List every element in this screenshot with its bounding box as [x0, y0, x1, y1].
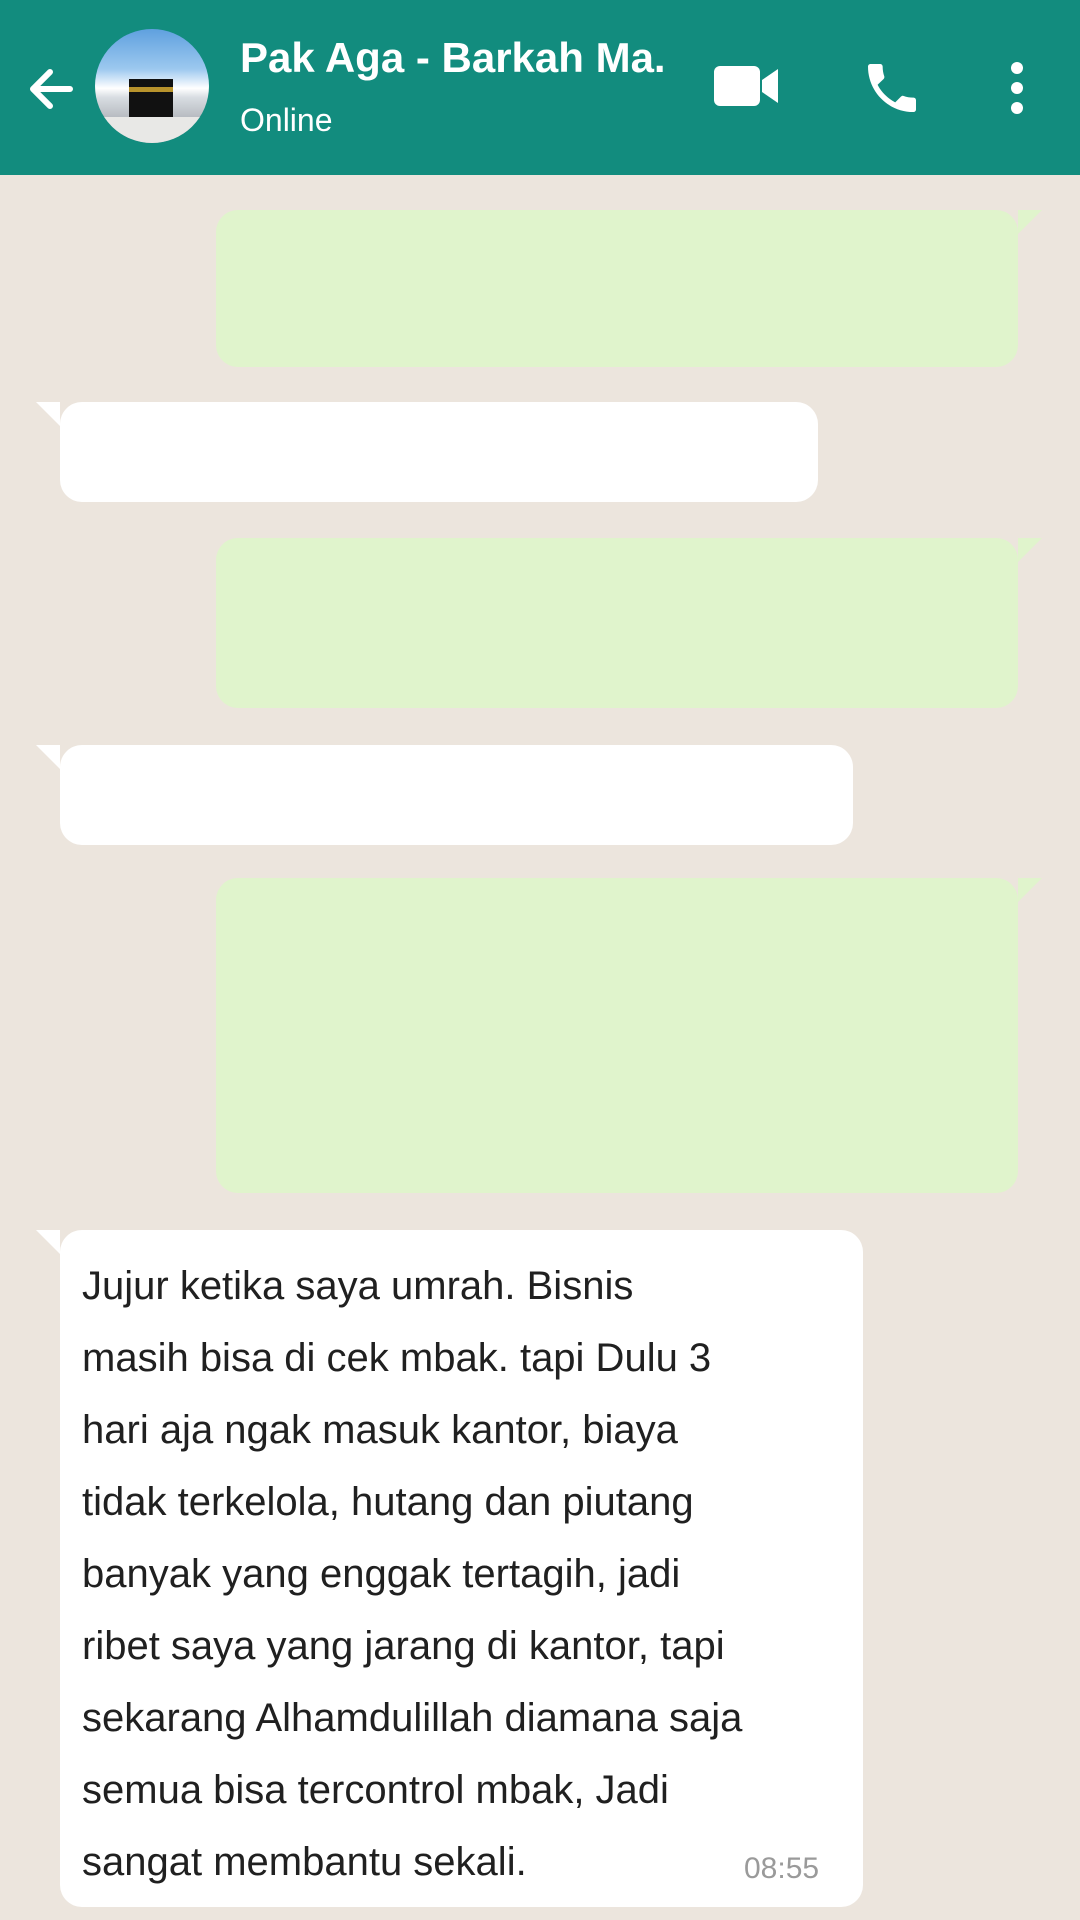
- contact-name[interactable]: Pak Aga - Barkah Ma.: [240, 34, 666, 82]
- arrow-left-icon: [30, 69, 73, 109]
- outgoing-message-bubble[interactable]: [216, 878, 1018, 1193]
- back-button[interactable]: [22, 60, 80, 118]
- more-options-button[interactable]: [997, 58, 1037, 118]
- message-timestamp: 08:55: [744, 1852, 820, 1885]
- contact-status: Online: [240, 102, 333, 138]
- avatar[interactable]: [95, 29, 209, 143]
- outgoing-message-bubble[interactable]: [216, 210, 1018, 367]
- incoming-message-bubble[interactable]: [60, 402, 818, 502]
- phone-icon: [868, 64, 916, 112]
- incoming-message-bubble[interactable]: [60, 745, 853, 845]
- outgoing-message-bubble[interactable]: [216, 538, 1018, 708]
- more-vertical-icon: [1011, 62, 1023, 114]
- video-camera-icon: [714, 66, 778, 106]
- chat-header: Pak Aga - Barkah Ma. Online: [0, 0, 1080, 175]
- voice-call-button[interactable]: [860, 56, 924, 120]
- message-text: Jujur ketika saya umrah. Bisnis masih bi…: [82, 1264, 743, 1884]
- video-call-button[interactable]: [712, 60, 782, 112]
- chat-screen: Pak Aga - Barkah Ma. Online Jujur ketika…: [0, 0, 1080, 1920]
